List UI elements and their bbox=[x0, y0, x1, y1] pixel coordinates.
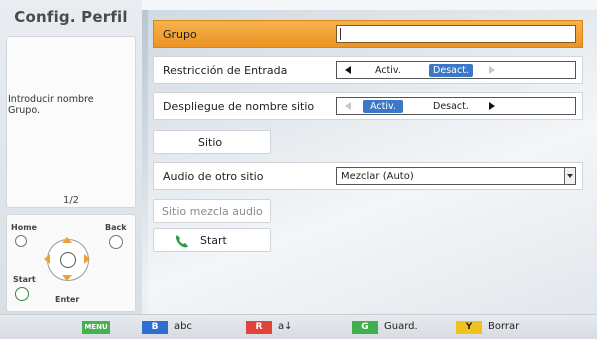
phone-icon bbox=[176, 235, 188, 248]
arrow-up-icon bbox=[62, 237, 72, 243]
red-key-label: a↓ bbox=[278, 321, 293, 332]
arrow-left-icon[interactable] bbox=[345, 102, 351, 110]
back-icon bbox=[109, 235, 123, 249]
option-on[interactable]: Activ. bbox=[375, 65, 401, 76]
yellow-key-icon: Y bbox=[456, 321, 482, 334]
start-button[interactable]: Start bbox=[153, 228, 271, 252]
start-button-label: Start bbox=[200, 234, 227, 247]
site-name-display-row[interactable]: Despliegue de nombre sitio Activ. Desact… bbox=[153, 92, 583, 120]
left-panel: Config. Perfil Introducir nombre Grupo. … bbox=[0, 0, 142, 314]
screen: Config. Perfil Introducir nombre Grupo. … bbox=[0, 0, 597, 339]
site-button-label: Sitio bbox=[198, 136, 223, 149]
remote-guide: Home Back Start Enter bbox=[6, 214, 136, 312]
other-site-audio-row[interactable]: Audio de otro sitio Mezclar (Auto) bbox=[153, 162, 583, 190]
group-input[interactable] bbox=[336, 25, 576, 43]
bottom-bar: MENU B abc R a↓ G Guard. Y Borrar bbox=[0, 314, 597, 339]
mix-audio-button-label: Sitio mezcla audio bbox=[162, 205, 263, 218]
group-row[interactable]: Grupo bbox=[153, 20, 583, 48]
text-cursor bbox=[340, 28, 341, 40]
arrow-left-icon bbox=[44, 254, 50, 264]
option-off-selected[interactable]: Desact. bbox=[429, 64, 473, 77]
other-site-audio-select[interactable]: Mezclar (Auto) bbox=[336, 167, 576, 185]
input-restriction-label: Restricción de Entrada bbox=[163, 64, 288, 77]
back-label: Back bbox=[105, 223, 127, 232]
site-button[interactable]: Sitio bbox=[153, 130, 271, 154]
green-key-label: Guard. bbox=[384, 321, 418, 332]
green-key-icon: G bbox=[352, 321, 378, 334]
option-on-selected[interactable]: Activ. bbox=[363, 100, 403, 113]
help-box bbox=[6, 36, 136, 208]
home-icon bbox=[15, 235, 27, 247]
arrow-right-icon[interactable] bbox=[489, 66, 495, 74]
option-off[interactable]: Desact. bbox=[433, 101, 469, 112]
mix-audio-button[interactable]: Sitio mezcla audio bbox=[153, 199, 271, 223]
page-indicator: 1/2 bbox=[62, 195, 80, 206]
start-icon bbox=[15, 287, 29, 301]
menu-key-icon: MENU bbox=[82, 321, 110, 334]
start-label: Start bbox=[13, 275, 36, 284]
arrow-right-icon bbox=[84, 254, 90, 264]
arrow-right-icon[interactable] bbox=[489, 102, 495, 110]
arrow-down-icon bbox=[62, 275, 72, 281]
red-key-icon: R bbox=[246, 321, 272, 334]
panel-title: Config. Perfil bbox=[14, 8, 128, 26]
yellow-key-label: Borrar bbox=[488, 321, 520, 332]
site-name-display-label: Despliegue de nombre sitio bbox=[163, 100, 315, 113]
blue-key-label: abc bbox=[174, 321, 192, 332]
input-restriction-row[interactable]: Restricción de Entrada Activ. Desact. bbox=[153, 56, 583, 84]
group-label: Grupo bbox=[163, 28, 197, 41]
other-site-audio-value: Mezclar (Auto) bbox=[341, 171, 414, 182]
arrow-left-icon[interactable] bbox=[345, 66, 351, 74]
blue-key-icon: B bbox=[142, 321, 168, 334]
help-text: Introducir nombre Grupo. bbox=[8, 94, 94, 116]
site-name-display-toggle[interactable]: Activ. Desact. bbox=[336, 97, 576, 115]
input-restriction-toggle[interactable]: Activ. Desact. bbox=[336, 61, 576, 79]
dropdown-arrow-icon[interactable] bbox=[564, 168, 575, 184]
other-site-audio-label: Audio de otro sitio bbox=[163, 170, 264, 183]
enter-icon bbox=[60, 252, 76, 268]
home-label: Home bbox=[11, 223, 37, 232]
enter-label: Enter bbox=[55, 295, 80, 304]
